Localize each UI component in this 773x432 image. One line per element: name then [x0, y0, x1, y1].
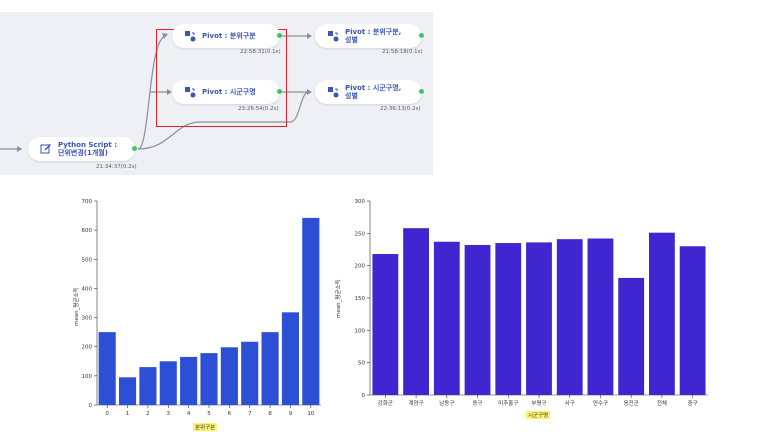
- y-tick-label: 100: [355, 328, 366, 334]
- bar-부평구: [526, 242, 552, 395]
- x-tick-label: 부평구: [531, 400, 546, 407]
- y-tick-label: 0: [362, 393, 366, 399]
- chart-sigungu: 0 50 100 150 200 250 300 강화군 계양구 남동구 동구 미추홀구 부평구 서구 연수…: [0, 0, 773, 432]
- bar-강화군: [372, 254, 399, 395]
- x-tick-label: 연수구: [593, 399, 608, 407]
- y-tick-label: 150: [355, 296, 366, 302]
- bar-전체: [649, 232, 675, 395]
- x-tick-label: 서구: [565, 399, 575, 407]
- x-tick-label: 미추홀구: [498, 399, 518, 407]
- bar-미추홀구: [495, 243, 522, 395]
- chart-sigungu-svg: 0 50 100 150 200 250 300 강화군 계양구 남동구 동구 미추홀구 부평구 서구 연수…: [355, 199, 708, 407]
- bar-옹진군: [618, 277, 645, 395]
- bar-계양구: [403, 228, 429, 395]
- chart2-ylabel: mean_평균소득: [336, 279, 342, 318]
- y-tick-label: 250: [355, 231, 366, 237]
- x-tick-label: 남동구: [439, 399, 454, 407]
- chart2-xlabel: 시군구명: [526, 411, 551, 419]
- x-tick-label: 옹진군: [624, 399, 639, 407]
- bar-연수구: [587, 238, 614, 395]
- y-tick-label: 200: [355, 264, 366, 270]
- bar-서구: [556, 239, 583, 395]
- y-tick-label: 50: [358, 361, 365, 367]
- x-tick-label: 중구: [688, 400, 698, 407]
- bar-동구: [464, 244, 491, 395]
- bar-남동구: [433, 241, 460, 395]
- x-tick-label: 강화군: [378, 400, 393, 407]
- x-tick-label: 계양구: [408, 399, 423, 407]
- screen: Python Script : 단위변경(1개월) 21:34:37(0.2s)…: [0, 0, 773, 432]
- x-tick-label: 동구: [472, 400, 482, 407]
- bar-중구: [679, 246, 706, 395]
- x-tick-label: 전체: [657, 399, 667, 407]
- y-tick-label: 300: [355, 199, 366, 205]
